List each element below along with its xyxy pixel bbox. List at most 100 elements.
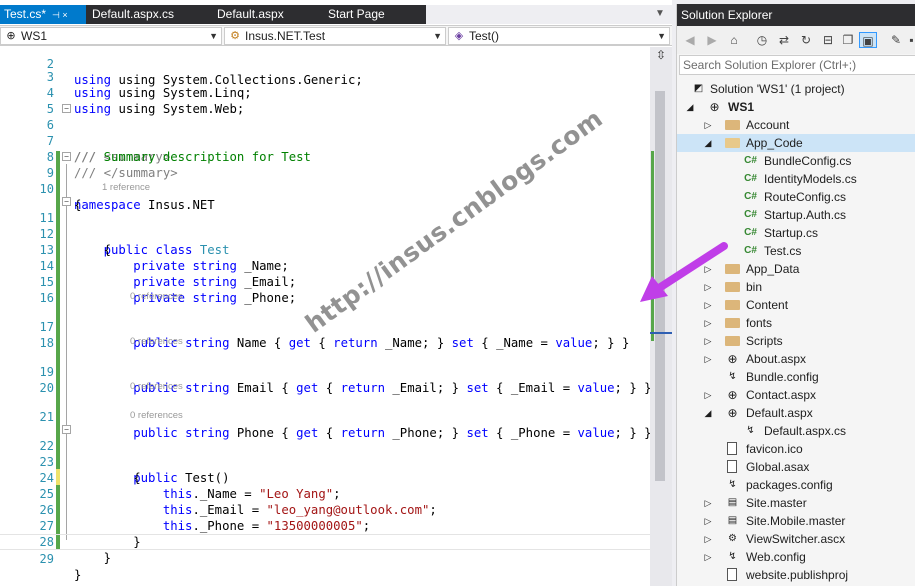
code-line: 26 this._Phone = "13500000005";	[39, 503, 371, 533]
code-line: 3 using using System.Linq;	[46, 70, 252, 100]
annotation-arrow-icon	[640, 242, 728, 302]
master-page-icon: ▤	[727, 497, 738, 508]
tree-item-file[interactable]: favicon.ico	[677, 440, 915, 458]
overflow-icon[interactable]: ▪	[907, 32, 915, 48]
code-line: 19 public string Email { get { return _E…	[39, 365, 650, 395]
class-dropdown[interactable]: ⚙ Insus.NET.Test ▼	[224, 27, 446, 45]
csharp-file-icon: C#	[744, 245, 757, 256]
properties-icon[interactable]: ✎	[887, 32, 905, 48]
expand-triangle-icon[interactable]: ▷	[703, 332, 713, 350]
codelens-references[interactable]: 0 references	[130, 291, 183, 303]
tree-item-file[interactable]: website.publishproj	[677, 566, 915, 584]
collapse-triangle-icon[interactable]: ◢	[703, 404, 713, 422]
collapse-icon[interactable]: −	[62, 197, 71, 206]
tree-item-file[interactable]: ▷ ▤ Site.Mobile.master	[677, 512, 915, 530]
tree-item-file[interactable]: ▷ ▤ Site.master	[677, 494, 915, 512]
sync-icon[interactable]: ⇄	[775, 32, 793, 48]
panel-title: Solution Explorer	[677, 4, 915, 26]
back-icon[interactable]: ◀	[681, 32, 699, 48]
code-line: 25 this._Email = "leo_yang@outlook.com";	[39, 487, 437, 517]
csharp-file-icon: C#	[744, 173, 757, 184]
folder-icon	[725, 120, 740, 130]
tree-item-file[interactable]: Global.asax	[677, 458, 915, 476]
code-line: 22 − public Test()	[39, 425, 230, 485]
tree-item-file[interactable]: C# BundleConfig.cs	[677, 152, 915, 170]
codelens-references[interactable]: 0 references	[130, 410, 183, 422]
tree-item-file[interactable]: ▷ ⊕ About.aspx	[677, 350, 915, 368]
show-all-files-icon[interactable]: ▣	[859, 32, 877, 48]
code-line: 5	[46, 102, 54, 116]
collapse-icon[interactable]: −	[62, 425, 71, 434]
config-file-icon: ↯	[728, 551, 737, 562]
collapse-triangle-icon[interactable]: ◢	[703, 134, 713, 152]
tree-item-folder[interactable]: ▷ fonts	[677, 314, 915, 332]
tree-item-file[interactable]: ▷ ⚙ ViewSwitcher.ascx	[677, 530, 915, 548]
collapse-icon[interactable]: −	[62, 152, 71, 161]
open-folder-icon	[725, 138, 740, 148]
codelens-references[interactable]: 0 references	[130, 336, 183, 348]
forward-icon[interactable]: ▶	[703, 32, 721, 48]
tree-item-solution[interactable]: ◩ Solution 'WS1' (1 project)	[677, 80, 915, 98]
code-line: 6 − /// <summary>	[46, 104, 171, 164]
tree-item-file[interactable]: C# IdentityModels.cs	[677, 170, 915, 188]
chevron-down-icon: ▼	[433, 31, 442, 41]
tree-item-folder[interactable]: ▷ Scripts	[677, 332, 915, 350]
csharp-file-icon: C#	[744, 155, 757, 166]
split-window-icon[interactable]: ⇳	[654, 47, 668, 63]
tree-item-folder-selected[interactable]: ◢ App_Code	[677, 134, 915, 152]
tree-item-project[interactable]: ◢ ⊕ WS1	[677, 98, 915, 116]
folder-icon	[725, 336, 740, 346]
project-dropdown[interactable]: ⊕ WS1 ▼	[0, 27, 222, 45]
scrollbar-caret-marker	[650, 332, 672, 334]
collapse-icon[interactable]: −	[62, 104, 71, 113]
master-page-icon: ▤	[727, 515, 738, 526]
expand-triangle-icon[interactable]: ▷	[703, 494, 713, 512]
tree-item-file[interactable]: ↯ Default.aspx.cs	[677, 422, 915, 440]
codelens-references[interactable]: 1 reference	[102, 182, 150, 194]
tab-default-aspx[interactable]: Default.aspx	[213, 5, 323, 24]
tree-item-file[interactable]: C# Startup.Auth.cs	[677, 206, 915, 224]
tree-item-file[interactable]: ▷ ↯ Web.config	[677, 548, 915, 566]
tab-start-page[interactable]: Start Page	[324, 5, 426, 24]
code-line: 24 this._Name = "Leo Yang";	[39, 471, 341, 501]
search-input[interactable]: Search Solution Explorer (Ctrl+;)	[679, 55, 915, 75]
file-icon	[727, 460, 737, 473]
codelens-references[interactable]: 0 references	[130, 381, 183, 393]
pending-changes-icon[interactable]: ◷	[753, 32, 771, 48]
tab-default-aspx-cs[interactable]: Default.aspx.cs	[88, 5, 212, 24]
chevron-down-icon: ▼	[209, 31, 218, 41]
tab-test-cs[interactable]: Test.cs* ⊣ ×	[0, 5, 86, 24]
code-line: 28 }	[39, 535, 112, 565]
code-line: 4 using using System.Web;	[46, 86, 245, 116]
tree-item-file[interactable]: ◢ ⊕ Default.aspx	[677, 404, 915, 422]
expand-triangle-icon[interactable]: ▷	[703, 548, 713, 566]
code-line: 16	[39, 291, 54, 305]
tree-item-file[interactable]: ↯ packages.config	[677, 476, 915, 494]
expand-triangle-icon[interactable]: ▷	[703, 512, 713, 530]
copy-icon[interactable]: ❐	[839, 32, 857, 48]
tree-item-file[interactable]: C# RouteConfig.cs	[677, 188, 915, 206]
solution-explorer-toolbar: ◀ ▶ ⌂ ◷ ⇄ ↻ ⊟ ❐ ▣ ✎ ▪	[677, 26, 915, 54]
navigation-bar: ⊕ WS1 ▼ ⚙ Insus.NET.Test ▼ ◈ Test() ▼	[0, 25, 672, 46]
expand-triangle-icon[interactable]: ▷	[703, 314, 713, 332]
expand-triangle-icon[interactable]: ▷	[703, 350, 713, 368]
collapse-triangle-icon[interactable]: ◢	[685, 98, 695, 116]
member-dropdown[interactable]: ◈ Test() ▼	[448, 27, 670, 45]
expand-triangle-icon[interactable]: ▷	[703, 386, 713, 404]
tree-item-file[interactable]: ↯ Bundle.config	[677, 368, 915, 386]
globe-icon: ⊕	[709, 100, 720, 114]
pin-close-icon[interactable]: ⊣ ×	[52, 6, 68, 25]
code-line: 27 }	[39, 519, 141, 549]
web-form-icon: ⊕	[727, 406, 738, 420]
vertical-scrollbar[interactable]: ⇳	[650, 47, 672, 586]
refresh-icon[interactable]: ↻	[797, 32, 815, 48]
expand-triangle-icon[interactable]: ▷	[703, 116, 713, 134]
tab-list-dropdown-icon[interactable]: ▼	[654, 7, 666, 21]
csharp-file-icon: C#	[744, 227, 757, 238]
home-icon[interactable]: ⌂	[725, 32, 743, 48]
tree-item-file[interactable]: ▷ ⊕ Contact.aspx	[677, 386, 915, 404]
tree-item-folder[interactable]: ▷ Account	[677, 116, 915, 134]
collapse-all-icon[interactable]: ⊟	[819, 32, 837, 48]
expand-triangle-icon[interactable]: ▷	[703, 530, 713, 548]
folder-icon	[725, 318, 740, 328]
